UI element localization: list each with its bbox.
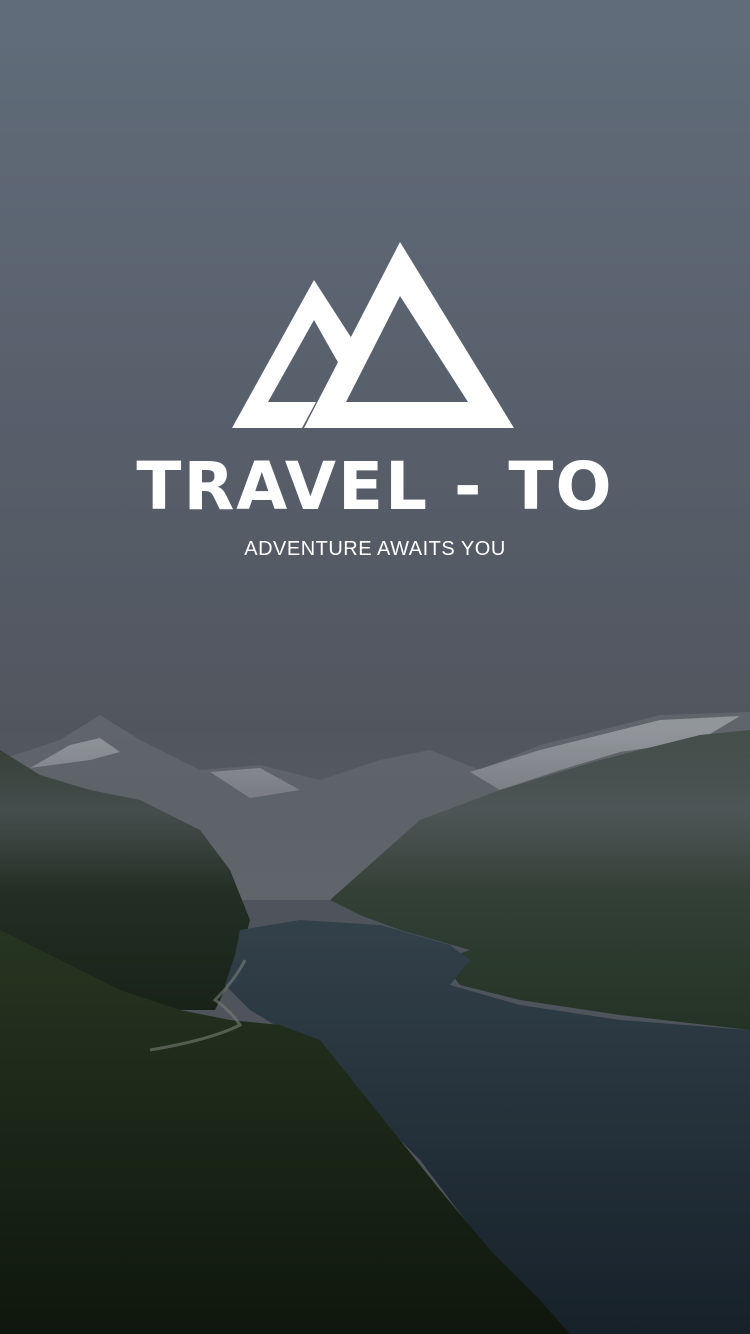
app-tagline: ADVENTURE AWAITS YOU	[244, 538, 506, 560]
brand-block: TRAVEL - TO ADVENTURE AWAITS YOU	[0, 238, 750, 562]
splash-screen: TRAVEL - TO ADVENTURE AWAITS YOU	[0, 0, 750, 1334]
fjord-background-image	[0, 0, 750, 1334]
mountain-peaks-icon	[232, 242, 514, 428]
app-title: TRAVEL - TO	[136, 448, 614, 525]
